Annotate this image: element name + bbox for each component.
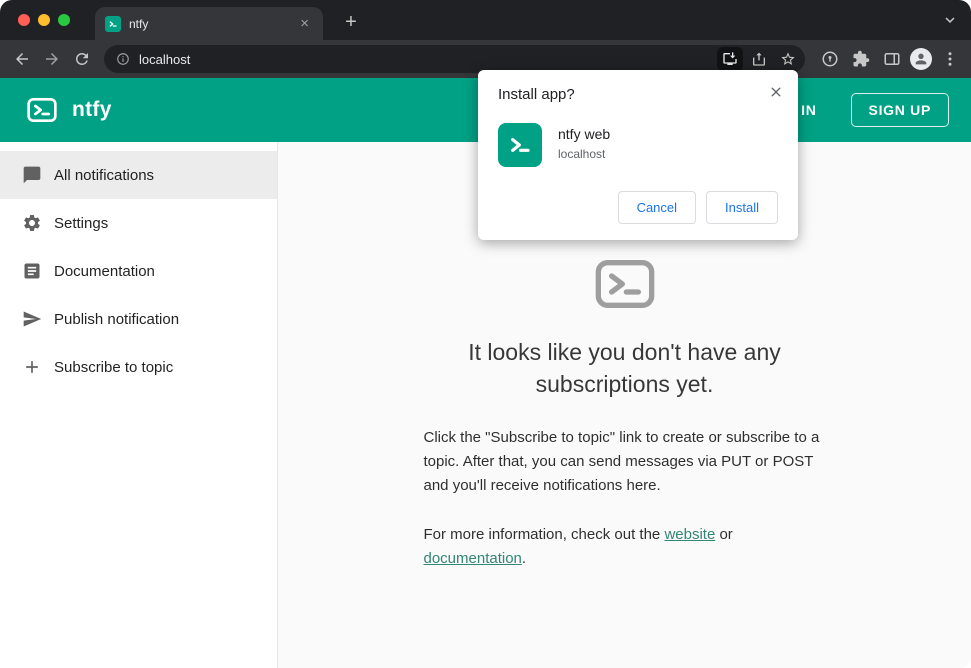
dialog-title: Install app? [498, 86, 575, 103]
empty-state-paragraph-1: Click the "Subscribe to topic" link to c… [423, 429, 820, 494]
dialog-app-origin: localhost [558, 147, 606, 161]
browser-tab[interactable]: ntfy × [95, 7, 323, 40]
install-app-dialog: Install app? ntfy web localhost Cancel I… [478, 70, 798, 240]
extensions-puzzle-icon[interactable] [848, 46, 874, 72]
chat-bubble-icon [22, 165, 42, 185]
empty-state: It looks like you don't have any subscri… [424, 252, 826, 668]
sidebar-item-settings[interactable]: Settings [0, 199, 277, 247]
sidebar-item-label: Documentation [54, 262, 155, 280]
sidebar-item-all-notifications[interactable]: All notifications [0, 151, 277, 199]
text-run: or [715, 526, 733, 544]
omnibox-actions [717, 47, 801, 71]
reload-button[interactable] [68, 45, 96, 73]
address-bar[interactable]: localhost [104, 45, 805, 73]
sidebar-item-publish-notification[interactable]: Publish notification [0, 295, 277, 343]
browser-window: ntfy × + localhost ntfy IN SIGN UP All n… [0, 0, 971, 668]
browser-menu-dots-icon[interactable] [937, 46, 963, 72]
sidebar-item-label: Settings [54, 214, 109, 232]
dialog-close-icon[interactable] [766, 82, 786, 102]
tab-search-chevron-icon[interactable] [941, 11, 959, 29]
article-icon [22, 261, 42, 281]
install-button[interactable]: Install [706, 191, 778, 224]
sidebar-item-label: Publish notification [54, 310, 180, 328]
documentation-link[interactable]: documentation [424, 550, 522, 567]
sidebar-item-label: Subscribe to topic [54, 358, 174, 376]
website-link[interactable]: website [664, 526, 715, 543]
text-run: . [521, 550, 527, 568]
text-run: For more information, check out the [423, 526, 665, 544]
tab-close-icon[interactable]: × [296, 14, 313, 33]
minimize-window-button[interactable] [38, 14, 50, 26]
install-app-icon[interactable] [717, 47, 743, 71]
sign-up-button[interactable]: SIGN UP [850, 93, 949, 127]
plus-icon [22, 357, 42, 377]
dialog-actions: Cancel Install [498, 191, 778, 224]
ntfy-app-icon [498, 123, 542, 167]
cancel-button[interactable]: Cancel [617, 191, 697, 224]
window-controls [18, 14, 70, 26]
dialog-app-info: ntfy web localhost [558, 123, 610, 161]
back-button[interactable] [8, 45, 36, 73]
send-icon [22, 309, 42, 329]
password-manager-icon[interactable] [817, 46, 843, 72]
dialog-app-name: ntfy web [558, 126, 611, 142]
empty-state-heading: It looks like you don't have any subscri… [468, 339, 781, 398]
new-tab-button[interactable]: + [338, 9, 364, 35]
share-icon[interactable] [746, 47, 772, 71]
site-info-icon[interactable] [116, 52, 130, 66]
gear-icon [22, 213, 42, 233]
ntfy-favicon-icon [105, 15, 121, 32]
sidebar: All notifications Settings Documentation… [0, 142, 278, 668]
sidebar-item-subscribe-to-topic[interactable]: Subscribe to topic [0, 343, 277, 391]
sidebar-item-label: All notifications [54, 166, 155, 184]
zoom-window-button[interactable] [58, 14, 70, 26]
tab-title: ntfy [129, 16, 149, 31]
ntfy-logo-icon [26, 94, 58, 126]
dialog-app-row: ntfy web localhost [498, 123, 778, 167]
empty-state-paragraph-2: For more information, check out the webs… [424, 523, 826, 570]
toolbar-extensions-area [813, 46, 963, 72]
ntfy-terminal-icon [593, 252, 657, 316]
url-text: localhost [139, 51, 191, 67]
side-panel-icon[interactable] [879, 46, 905, 72]
app-brand-title: ntfy [72, 98, 112, 121]
close-window-button[interactable] [18, 14, 30, 26]
bookmark-star-icon[interactable] [775, 47, 801, 71]
sidebar-item-documentation[interactable]: Documentation [0, 247, 277, 295]
forward-button[interactable] [38, 45, 66, 73]
profile-avatar-icon[interactable] [910, 48, 932, 70]
tab-strip: ntfy × + [0, 0, 971, 40]
